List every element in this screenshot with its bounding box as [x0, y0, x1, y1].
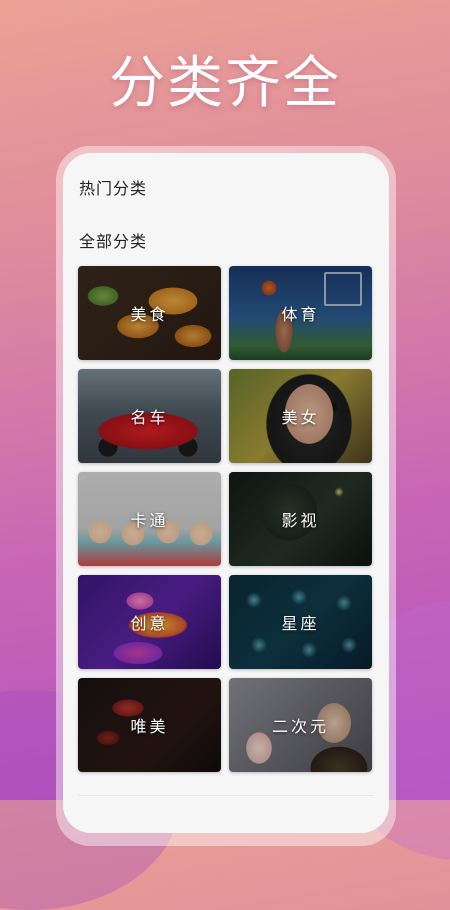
divider: [78, 795, 374, 796]
category-label: 创意: [130, 614, 169, 633]
category-card-anime[interactable]: 二次元: [229, 678, 372, 772]
category-card-constellation[interactable]: 星座: [229, 575, 372, 669]
category-card-food[interactable]: 美食: [78, 266, 221, 360]
category-card-cartoon[interactable]: 卡通: [78, 472, 221, 566]
category-card-film[interactable]: 影视: [229, 472, 372, 566]
category-card-sport[interactable]: 体育: [229, 266, 372, 360]
category-card-beauty[interactable]: 美女: [229, 369, 372, 463]
category-label: 影视: [281, 511, 320, 530]
category-label: 美女: [281, 408, 320, 427]
all-categories-title: 全部分类: [79, 232, 148, 251]
category-label: 体育: [281, 305, 320, 324]
category-label: 名车: [130, 408, 169, 427]
category-label: 唯美: [130, 717, 169, 736]
phone-screen: 热门分类 全部分类 美食 体育 名车 美女 卡通 影视 创意 星座 唯美 二次元: [63, 153, 389, 833]
category-card-car[interactable]: 名车: [78, 369, 221, 463]
category-label: 星座: [281, 614, 320, 633]
category-card-creative[interactable]: 创意: [78, 575, 221, 669]
category-label: 二次元: [271, 717, 329, 736]
hot-categories-title: 热门分类: [79, 179, 148, 198]
category-label: 美食: [130, 305, 169, 324]
category-label: 卡通: [130, 511, 169, 530]
promo-headline: 分类齐全: [109, 51, 341, 116]
category-card-aesthetic[interactable]: 唯美: [78, 678, 221, 772]
